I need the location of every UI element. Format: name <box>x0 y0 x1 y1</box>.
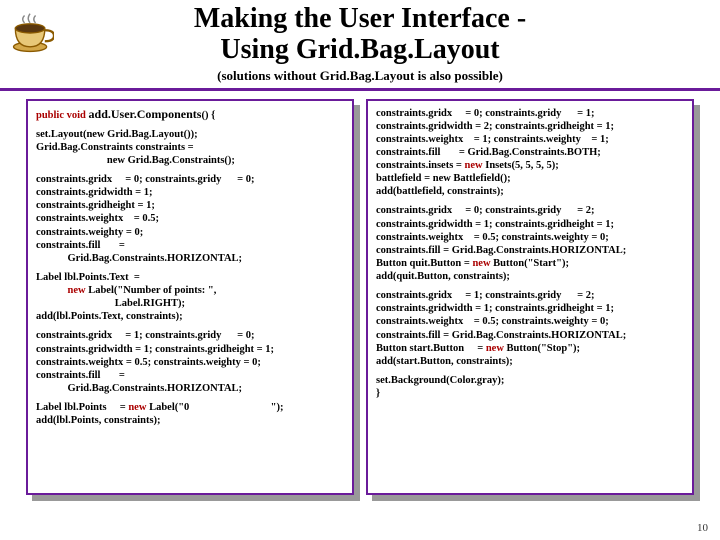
coffee-cup-icon <box>8 10 54 56</box>
slide-title: Making the User Interface - Using Grid.B… <box>0 4 720 66</box>
keyword: new <box>486 343 504 354</box>
code-text: Label lbl.Points = <box>36 402 128 413</box>
content-row: public void add.User.Components() { set.… <box>0 99 720 495</box>
page-number: 10 <box>697 522 708 534</box>
left-code-panel: public void add.User.Components() { set.… <box>26 99 354 495</box>
title-line-2: Using Grid.Bag.Layout <box>220 34 499 65</box>
code-block: constraints.gridx = 1; constraints.gridy… <box>376 289 684 368</box>
divider-line <box>0 88 720 91</box>
slide-subtitle: (solutions without Grid.Bag.Layout is al… <box>0 68 720 84</box>
code-box-left: public void add.User.Components() { set.… <box>26 99 354 495</box>
code-block: set.Layout(new Grid.Bag.Layout()); Grid.… <box>36 128 344 167</box>
code-block: Label lbl.Points.Text = new Label("Numbe… <box>36 271 344 324</box>
code-line: public void add.User.Components() { <box>36 107 344 122</box>
right-code-panel: constraints.gridx = 0; constraints.gridy… <box>366 99 694 495</box>
keyword: new <box>472 258 490 269</box>
method-name: add.User.Components <box>89 107 202 121</box>
code-block: constraints.gridx = 1; constraints.gridy… <box>36 329 344 395</box>
code-block: set.Background(Color.gray); } <box>376 374 684 400</box>
title-line-1: Making the User Interface - <box>194 3 526 34</box>
code-block: constraints.gridx = 0; constraints.gridy… <box>36 173 344 265</box>
code-text: () { <box>201 110 215 121</box>
keyword: new <box>465 160 483 171</box>
code-block: constraints.gridx = 0; constraints.gridy… <box>376 107 684 199</box>
code-box-right: constraints.gridx = 0; constraints.gridy… <box>366 99 694 495</box>
keyword: new <box>68 285 86 296</box>
keyword: new <box>128 402 146 413</box>
keyword: public void <box>36 110 89 121</box>
slide-header: Making the User Interface - Using Grid.B… <box>0 0 720 84</box>
code-block: constraints.gridx = 0; constraints.gridy… <box>376 204 684 283</box>
code-block: Label lbl.Points = new Label("0 "); add(… <box>36 401 344 427</box>
